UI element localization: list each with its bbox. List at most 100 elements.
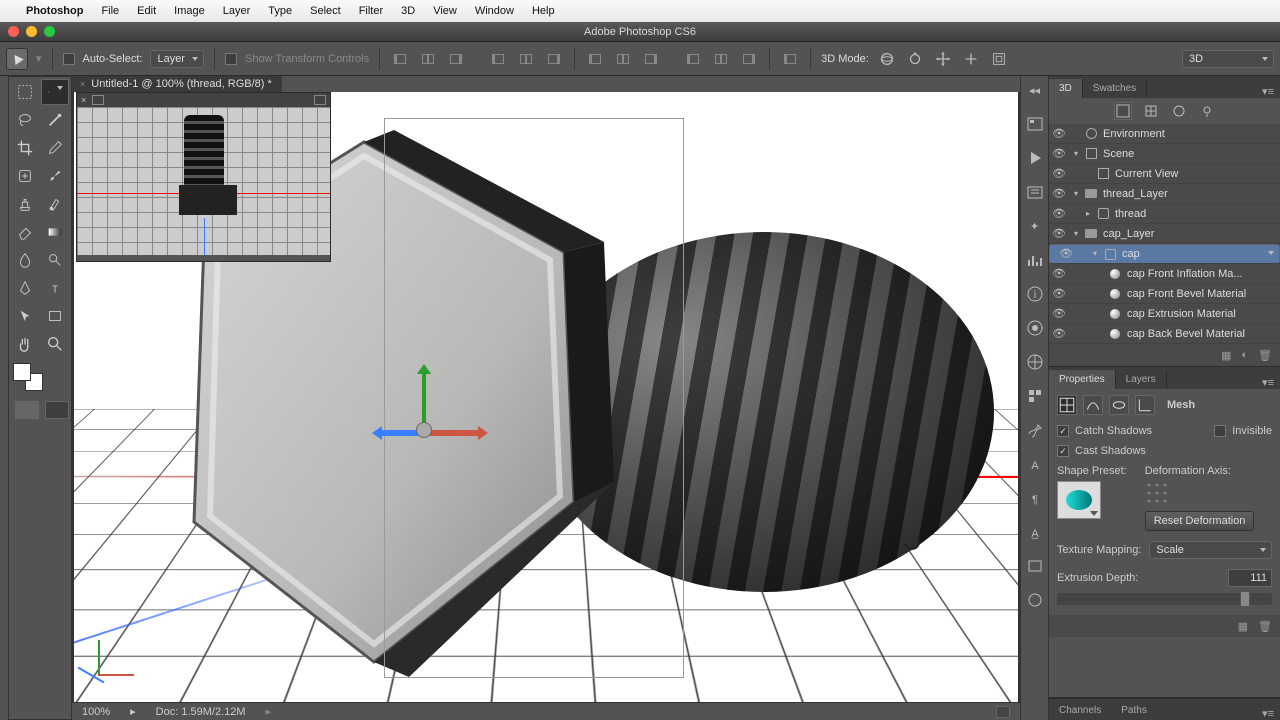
standard-mode-icon[interactable] [15, 401, 39, 419]
ruler-icon[interactable]: ✦ [1025, 216, 1045, 236]
disclosure-icon[interactable]: ▾ [1088, 246, 1102, 262]
cast-shadows-checkbox[interactable]: ✓ [1057, 445, 1069, 457]
menu-view[interactable]: View [433, 5, 457, 17]
para-styles-icon[interactable] [1025, 556, 1045, 576]
reset-deformation-button[interactable]: Reset Deformation [1145, 511, 1255, 531]
marquee-tool[interactable] [11, 79, 39, 105]
zoom-level[interactable]: 100% [82, 706, 110, 718]
secondary-view-close-icon[interactable]: × [81, 95, 86, 105]
current-tool-icon[interactable] [6, 48, 28, 70]
visibility-eye-icon[interactable]: 👁 [1049, 307, 1069, 320]
styles-icon[interactable] [1025, 386, 1045, 406]
doc-info[interactable]: Doc: 1.59M/2.12M [156, 706, 246, 718]
secondary-view-panel[interactable]: × [76, 92, 331, 262]
tree-row[interactable]: 👁cap Front Inflation Ma... [1049, 264, 1280, 284]
deform-mode-icon[interactable] [1083, 395, 1103, 415]
texture-mapping-dropdown[interactable]: Scale [1149, 541, 1272, 559]
tree-row[interactable]: 👁cap Back Bevel Material [1049, 324, 1280, 344]
3d-orbit-icon[interactable] [878, 50, 896, 68]
tab-layers[interactable]: Layers [1116, 370, 1167, 389]
coords-mode-icon[interactable] [1135, 395, 1155, 415]
gizmo-x-axis[interactable] [424, 430, 480, 436]
3d-pan-icon[interactable] [934, 50, 952, 68]
menu-help[interactable]: Help [532, 5, 555, 17]
disclosure-icon[interactable]: ▾ [1069, 229, 1083, 238]
align-left-icon[interactable] [489, 50, 507, 68]
tree-row[interactable]: 👁Environment [1049, 124, 1280, 144]
histogram-icon[interactable] [1025, 250, 1045, 270]
align-vcenter-icon[interactable] [419, 50, 437, 68]
tree-row[interactable]: 👁▾thread_Layer [1049, 184, 1280, 204]
gradient-tool[interactable] [41, 219, 69, 245]
distribute-1-icon[interactable] [586, 50, 604, 68]
zoom-window-button[interactable] [44, 26, 55, 37]
render-icon[interactable]: ▦ [1221, 349, 1231, 362]
align-bottom-icon[interactable] [447, 50, 465, 68]
filter-meshes-icon[interactable] [1142, 102, 1160, 120]
render-settings-icon[interactable]: ▦ [1238, 620, 1248, 633]
extrusion-depth-input[interactable]: 111 [1228, 569, 1272, 587]
tab-paths[interactable]: Paths [1111, 701, 1157, 720]
auto-align-icon[interactable] [781, 50, 799, 68]
crop-tool[interactable] [11, 135, 39, 161]
tree-row[interactable]: 👁cap Front Bevel Material [1049, 284, 1280, 304]
visibility-eye-icon[interactable]: 👁 [1049, 147, 1069, 160]
minimize-window-button[interactable] [26, 26, 37, 37]
menu-3d[interactable]: 3D [401, 5, 415, 17]
filter-lights-icon[interactable] [1198, 102, 1216, 120]
tab-3d[interactable]: 3D [1049, 79, 1083, 98]
secondary-view-menu-icon[interactable] [314, 95, 326, 105]
healing-brush-tool[interactable] [11, 163, 39, 189]
scroll-right-icon[interactable] [996, 706, 1010, 718]
mini-bridge-icon[interactable] [1025, 114, 1045, 134]
history-icon[interactable] [1025, 182, 1045, 202]
quick-mask-icon[interactable] [45, 401, 69, 419]
menu-file[interactable]: File [101, 5, 119, 17]
shape-preset-picker[interactable] [1057, 481, 1101, 519]
menu-image[interactable]: Image [174, 5, 205, 17]
3d-slide-icon[interactable] [962, 50, 980, 68]
distribute-2-icon[interactable] [614, 50, 632, 68]
distribute-3-icon[interactable] [642, 50, 660, 68]
move-tool[interactable] [41, 79, 69, 105]
invisible-checkbox[interactable] [1214, 425, 1226, 437]
tree-row[interactable]: 👁▾Scene [1049, 144, 1280, 164]
filter-materials-icon[interactable] [1170, 102, 1188, 120]
tab-properties[interactable]: Properties [1049, 370, 1116, 389]
brush-tool[interactable] [41, 163, 69, 189]
tree-row[interactable]: 👁cap Extrusion Material [1049, 304, 1280, 324]
canvas[interactable]: × [74, 92, 1018, 702]
tab-swatches[interactable]: Swatches [1083, 79, 1147, 98]
type-tool[interactable]: T [41, 275, 69, 301]
auto-select-dropdown[interactable]: Layer [150, 50, 204, 68]
visibility-eye-icon[interactable]: 👁 [1049, 267, 1069, 280]
new-light-icon[interactable]: ◐ [1241, 349, 1248, 361]
color-swatches[interactable] [13, 363, 43, 391]
mesh-mode-icon[interactable] [1057, 395, 1077, 415]
properties-menu-icon[interactable]: ▾≡ [1256, 376, 1280, 389]
deformation-axis-picker[interactable] [1145, 481, 1169, 505]
blur-tool[interactable] [11, 247, 39, 273]
distribute-5-icon[interactable] [712, 50, 730, 68]
lasso-tool[interactable] [11, 107, 39, 133]
visibility-eye-icon[interactable]: 👁 [1049, 287, 1069, 300]
visibility-eye-icon[interactable]: 👁 [1049, 207, 1069, 220]
app-menu[interactable]: Photoshop [26, 5, 83, 17]
navigator-icon[interactable] [1025, 590, 1045, 610]
align-hcenter-icon[interactable] [517, 50, 535, 68]
visibility-eye-icon[interactable]: 👁 [1049, 327, 1069, 340]
disclosure-icon[interactable]: ▾ [1069, 189, 1083, 198]
clone-stamp-tool[interactable] [11, 191, 39, 217]
document-tab[interactable]: × Untitled-1 @ 100% (thread, RGB/8) * [72, 76, 282, 92]
close-tab-icon[interactable]: × [80, 79, 85, 89]
panel-menu-icon[interactable]: ▾≡ [1256, 85, 1280, 98]
visibility-eye-icon[interactable]: 👁 [1049, 227, 1069, 240]
close-window-button[interactable] [8, 26, 19, 37]
catch-shadows-checkbox[interactable]: ✓ [1057, 425, 1069, 437]
tab-channels[interactable]: Channels [1049, 701, 1111, 720]
menu-select[interactable]: Select [310, 5, 341, 17]
menu-window[interactable]: Window [475, 5, 514, 17]
visibility-eye-icon[interactable]: 👁 [1049, 167, 1069, 180]
visibility-eye-icon[interactable]: 👁 [1049, 127, 1069, 140]
distribute-4-icon[interactable] [684, 50, 702, 68]
